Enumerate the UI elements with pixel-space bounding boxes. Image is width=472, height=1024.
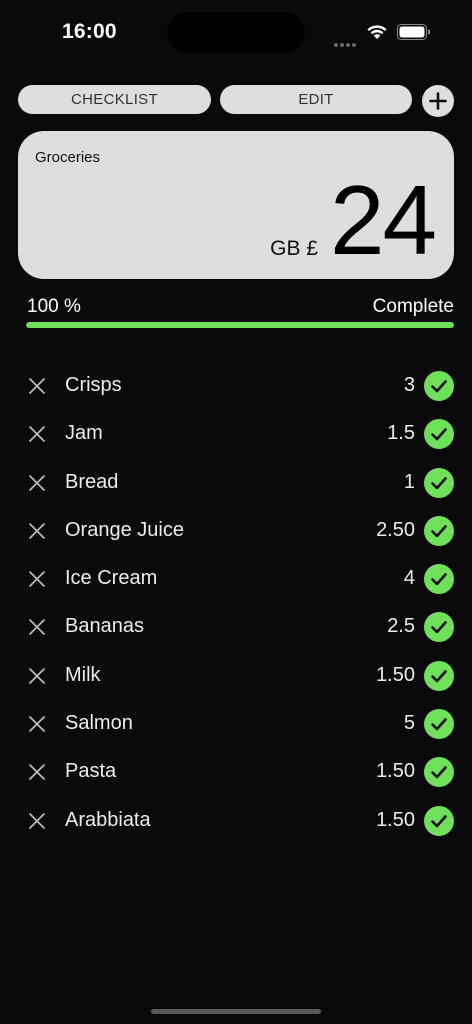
wifi-icon [367, 25, 387, 39]
total-value: 24 [329, 165, 437, 275]
checkmark-circle-icon[interactable] [424, 612, 454, 643]
list-item[interactable]: Pasta 1.50 [0, 748, 472, 796]
add-item-button[interactable] [422, 85, 454, 117]
summary-card: Groceries GB £ 24 [18, 131, 454, 279]
close-icon[interactable] [28, 425, 46, 443]
items-list: Crisps 3 Jam 1.5 Bread 1 Orange Juice 2.… [0, 362, 472, 845]
list-item[interactable]: Bread 1 [0, 459, 472, 507]
close-icon[interactable] [28, 522, 46, 540]
checkmark-circle-icon[interactable] [424, 371, 454, 401]
item-name: Bread [65, 470, 119, 493]
close-icon[interactable] [28, 763, 46, 781]
list-item[interactable]: Bananas 2.5 [0, 603, 472, 651]
list-name: Groceries [35, 149, 101, 166]
list-item[interactable]: Jam 1.5 [0, 410, 472, 458]
item-price: 3 [403, 374, 415, 396]
checkmark-circle-icon[interactable] [424, 515, 454, 546]
checkmark-circle-icon[interactable] [424, 757, 454, 788]
item-name: Salmon [65, 712, 133, 735]
item-name: Jam [65, 422, 103, 445]
close-icon[interactable] [28, 667, 46, 685]
close-icon[interactable] [28, 474, 46, 492]
item-price: 1.50 [376, 663, 415, 686]
list-item[interactable]: Ice Cream 4 [0, 555, 472, 603]
battery-icon [397, 24, 430, 40]
progress-status: Complete [372, 296, 454, 317]
list-item[interactable]: Crisps 3 [0, 362, 472, 410]
status-bar: 16:00 [0, 0, 472, 64]
item-name: Ice Cream [65, 567, 158, 590]
close-icon[interactable] [28, 618, 46, 636]
list-item[interactable]: Salmon 5 [0, 700, 472, 748]
close-icon[interactable] [28, 570, 46, 588]
edit-button[interactable]: EDIT [220, 85, 412, 114]
checkmark-circle-icon[interactable] [424, 467, 454, 498]
checkmark-circle-icon[interactable] [424, 709, 454, 740]
item-name: Orange Juice [65, 518, 184, 541]
item-price: 4 [403, 567, 415, 590]
item-name: Bananas [65, 615, 144, 638]
item-name: Milk [65, 663, 101, 686]
close-icon[interactable] [28, 377, 46, 395]
cellular-signal-icon [334, 34, 360, 47]
home-indicator[interactable] [151, 1009, 321, 1014]
item-name: Crisps [65, 374, 122, 396]
progress-bar [26, 322, 454, 328]
close-icon[interactable] [28, 715, 46, 733]
item-price: 1.5 [387, 422, 415, 445]
checkmark-circle-icon[interactable] [424, 660, 454, 691]
close-icon[interactable] [28, 812, 46, 830]
checklist-button[interactable]: CHECKLIST [18, 85, 211, 114]
dynamic-island [167, 12, 305, 53]
item-name: Pasta [65, 760, 117, 783]
item-price: 1.50 [376, 808, 415, 831]
item-price: 1 [403, 470, 415, 493]
progress-fill [26, 322, 454, 328]
checkmark-circle-icon[interactable] [424, 805, 454, 836]
progress-percent: 100 % [27, 296, 81, 317]
item-price: 2.50 [376, 518, 415, 541]
item-name: Arabbiata [65, 808, 151, 831]
currency-label: GB £ [270, 237, 318, 260]
item-price: 5 [403, 712, 415, 735]
list-item[interactable]: Milk 1.50 [0, 652, 472, 700]
status-time: 16:00 [62, 20, 117, 43]
checkmark-circle-icon[interactable] [424, 564, 454, 595]
plus-icon [429, 92, 447, 110]
item-price: 2.5 [387, 615, 415, 638]
list-item[interactable]: Orange Juice 2.50 [0, 507, 472, 555]
list-item[interactable]: Arabbiata 1.50 [0, 797, 472, 845]
checkmark-circle-icon[interactable] [424, 419, 454, 450]
item-price: 1.50 [376, 760, 415, 783]
